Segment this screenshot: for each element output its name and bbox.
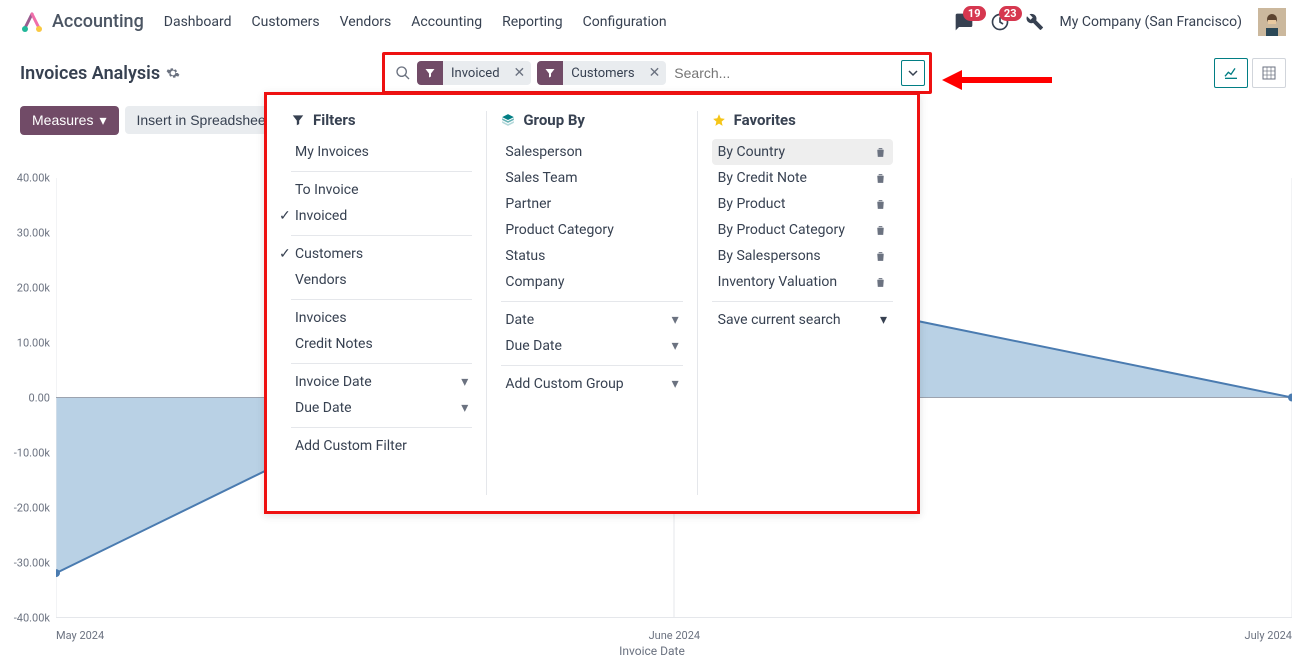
x-axis-label: Invoice Date xyxy=(619,644,685,658)
filter-icon xyxy=(537,61,563,85)
search-input[interactable] xyxy=(666,65,901,81)
nav-configuration[interactable]: Configuration xyxy=(583,14,667,30)
filter-item[interactable]: Vendors xyxy=(291,267,472,293)
star-icon xyxy=(712,113,726,127)
filter-icon xyxy=(417,61,443,85)
gear-icon[interactable] xyxy=(166,66,180,80)
groupby-item[interactable]: Sales Team xyxy=(501,165,682,191)
chip-remove-customers[interactable]: ✕ xyxy=(643,65,667,81)
favorite-item[interactable]: By Country xyxy=(712,139,893,165)
groupby-item[interactable]: Add Custom Group▾ xyxy=(501,365,682,397)
nav-menu: Dashboard Customers Vendors Accounting R… xyxy=(164,14,667,30)
nav-accounting[interactable]: Accounting xyxy=(411,14,482,30)
nav-customers[interactable]: Customers xyxy=(252,14,320,30)
filter-chip-invoiced: Invoiced ✕ xyxy=(417,61,531,85)
avatar[interactable] xyxy=(1258,8,1286,36)
trash-icon[interactable] xyxy=(874,146,887,159)
layers-icon xyxy=(501,113,515,127)
groupby-item[interactable]: Product Category xyxy=(501,217,682,243)
messages-badge: 19 xyxy=(963,6,986,21)
measures-button[interactable]: Measures ▾ xyxy=(20,106,119,135)
groupby-item[interactable]: Salesperson xyxy=(501,139,682,165)
search-dropdown-toggle[interactable] xyxy=(901,60,925,86)
trash-icon[interactable] xyxy=(874,224,887,237)
tools-icon[interactable] xyxy=(1026,13,1044,31)
filter-item[interactable]: My Invoices xyxy=(291,139,472,165)
trash-icon[interactable] xyxy=(874,198,887,211)
groupby-item[interactable]: Company xyxy=(501,269,682,295)
caret-down-icon: ▾ xyxy=(880,312,887,328)
filters-column: Filters My InvoicesTo Invoice✓Invoiced✓C… xyxy=(277,111,486,495)
groupby-item[interactable]: Date▾ xyxy=(501,301,682,333)
filter-item[interactable]: ✓Customers xyxy=(291,235,472,267)
app-name: Accounting xyxy=(52,11,144,32)
trash-icon[interactable] xyxy=(874,250,887,263)
filter-item[interactable]: Invoice Date▾ xyxy=(291,363,472,395)
favorites-column: Favorites By CountryBy Credit NoteBy Pro… xyxy=(697,111,907,495)
filter-item[interactable]: ✓Invoiced xyxy=(291,203,472,229)
view-graph-button[interactable] xyxy=(1214,58,1248,88)
filter-chip-customers: Customers ✕ xyxy=(537,61,666,85)
company-name[interactable]: My Company (San Francisco) xyxy=(1060,14,1242,30)
search-icon[interactable] xyxy=(395,65,411,81)
caret-down-icon: ▾ xyxy=(99,112,106,129)
favorite-item[interactable]: Inventory Valuation xyxy=(712,269,893,295)
activity-badge: 23 xyxy=(999,6,1022,21)
favorite-item[interactable]: By Product Category xyxy=(712,217,893,243)
filter-item[interactable]: To Invoice xyxy=(291,171,472,203)
messages-icon[interactable]: 19 xyxy=(954,12,974,32)
groupby-item[interactable]: Status xyxy=(501,243,682,269)
trash-icon[interactable] xyxy=(874,276,887,289)
insert-spreadsheet-button[interactable]: Insert in Spreadsheet xyxy=(125,106,282,134)
favorite-item[interactable]: By Product xyxy=(712,191,893,217)
save-current-search[interactable]: Save current search ▾ xyxy=(712,301,893,333)
groupby-item[interactable]: Due Date▾ xyxy=(501,333,682,359)
trash-icon[interactable] xyxy=(874,172,887,185)
view-pivot-button[interactable] xyxy=(1252,58,1286,88)
top-navbar: Accounting Dashboard Customers Vendors A… xyxy=(0,0,1306,44)
filter-item[interactable]: Due Date▾ xyxy=(291,395,472,421)
app-logo-icon xyxy=(20,10,44,34)
chip-remove-invoiced[interactable]: ✕ xyxy=(508,65,532,81)
filter-item[interactable]: Invoices xyxy=(291,299,472,331)
filter-icon xyxy=(291,113,305,127)
annotation-arrow xyxy=(942,68,1052,92)
activity-icon[interactable]: 23 xyxy=(990,12,1010,32)
search-box: Invoiced ✕ Customers ✕ xyxy=(382,52,932,94)
filter-item[interactable]: Credit Notes xyxy=(291,331,472,357)
favorite-item[interactable]: By Credit Note xyxy=(712,165,893,191)
favorite-item[interactable]: By Salespersons xyxy=(712,243,893,269)
search-options-panel: Filters My InvoicesTo Invoice✓Invoiced✓C… xyxy=(264,92,920,514)
filter-item[interactable]: Add Custom Filter xyxy=(291,427,472,459)
groupby-item[interactable]: Partner xyxy=(501,191,682,217)
groupby-column: Group By SalespersonSales TeamPartnerPro… xyxy=(486,111,696,495)
nav-dashboard[interactable]: Dashboard xyxy=(164,14,232,30)
nav-reporting[interactable]: Reporting xyxy=(502,14,563,30)
page-title: Invoices Analysis xyxy=(20,63,180,84)
nav-vendors[interactable]: Vendors xyxy=(340,14,392,30)
